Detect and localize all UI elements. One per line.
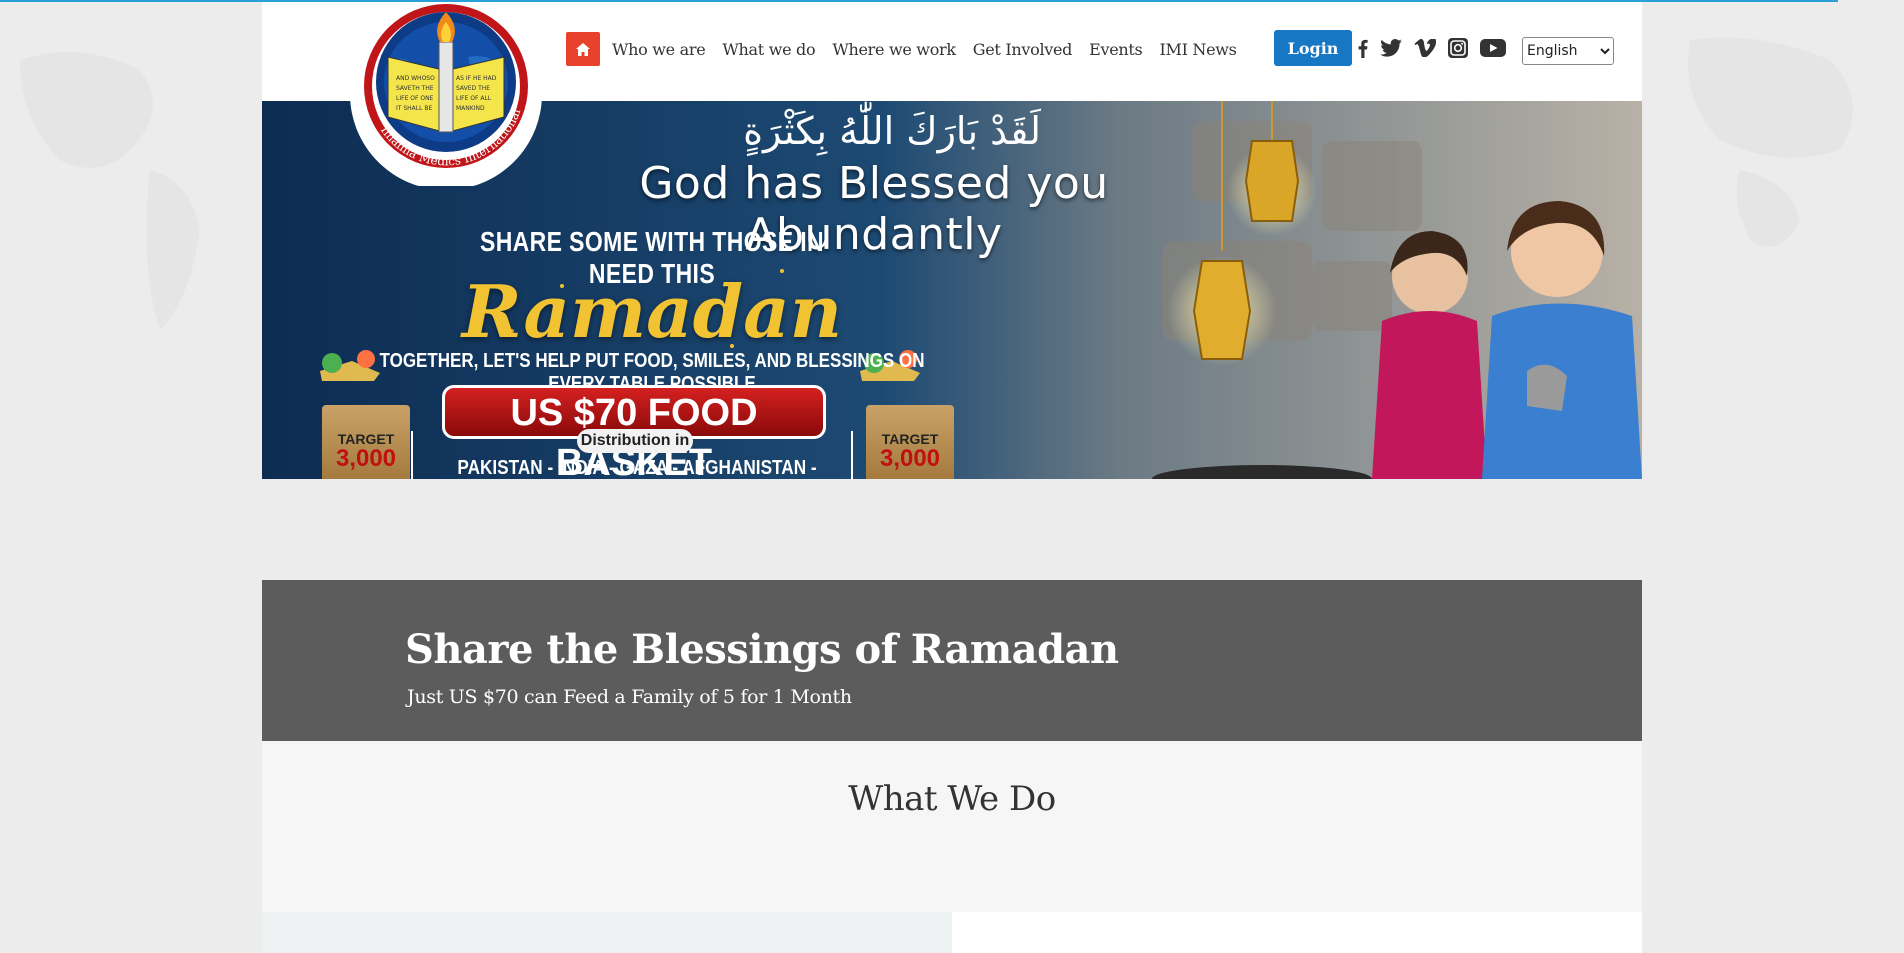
what-we-do-section: What We Do [262, 741, 1642, 912]
target-value: 3,000 [335, 445, 397, 472]
svg-text:IT SHALL BE: IT SHALL BE [396, 105, 432, 112]
banner-ramadan: Ramadan [461, 269, 843, 354]
promo-subtitle: Just US $70 can Feed a Family of 5 for 1… [407, 686, 852, 708]
twitter-icon[interactable] [1380, 39, 1402, 57]
target-badge-left: TARGET 3,000 [322, 405, 410, 479]
svg-text:SAVETH THE: SAVETH THE [396, 85, 434, 92]
site-logo[interactable]: AND WHOSO SAVETH THE LIFE OF ONE IT SHAL… [348, 0, 544, 190]
target-value: 3,000 [879, 445, 941, 472]
nav-who-we-are[interactable]: Who we are [612, 40, 706, 59]
banner-countries: PAKISTAN - INDIA - GAZA - AFGHANISTAN - … [457, 457, 817, 479]
main-navigation: Who we are What we do Where we work Get … [566, 32, 1254, 66]
ramadan-promo[interactable]: Share the Blessings of Ramadan Just US $… [262, 580, 1642, 741]
content-panel-right [952, 912, 1642, 953]
nav-events[interactable]: Events [1089, 40, 1143, 59]
svg-text:AND WHOSO: AND WHOSO [396, 75, 435, 82]
nav-get-involved[interactable]: Get Involved [973, 40, 1073, 59]
target-badge-right: TARGET 3,000 [866, 405, 954, 479]
facebook-icon[interactable] [1358, 39, 1368, 58]
section-gap [262, 479, 1642, 580]
svg-text:SAVED THE: SAVED THE [456, 85, 490, 92]
vimeo-icon[interactable] [1414, 39, 1436, 57]
home-button[interactable] [566, 32, 600, 66]
page-container: Who we are What we do Where we work Get … [262, 0, 1642, 953]
svg-text:LIFE OF ALL: LIFE OF ALL [456, 95, 492, 102]
nav-what-we-do[interactable]: What we do [722, 40, 815, 59]
content-panel-left [262, 912, 952, 953]
instagram-icon[interactable] [1448, 38, 1468, 58]
svg-text:AS IF HE HAD: AS IF HE HAD [456, 75, 497, 82]
language-select[interactable]: English [1522, 37, 1614, 65]
svg-text:LIFE OF ONE: LIFE OF ONE [396, 95, 434, 102]
banner-distribution: Distribution in [577, 429, 693, 453]
banner-arabic-text: لَقَدْ بَارَكَ اللّٰهُ بِكَثْرَةٍ [743, 109, 1041, 153]
login-button[interactable]: Login [1274, 30, 1352, 66]
nav-where-we-work[interactable]: Where we work [832, 40, 956, 59]
youtube-icon[interactable] [1480, 39, 1506, 57]
nav-imi-news[interactable]: IMI News [1159, 40, 1236, 59]
what-we-do-title: What We Do [848, 779, 1056, 819]
svg-text:MANKIND: MANKIND [456, 105, 485, 112]
social-links [1358, 38, 1518, 58]
home-icon [576, 42, 590, 56]
promo-title: Share the Blessings of Ramadan [405, 626, 1119, 673]
logo-text: Imamia Medics International [348, 2, 539, 6]
